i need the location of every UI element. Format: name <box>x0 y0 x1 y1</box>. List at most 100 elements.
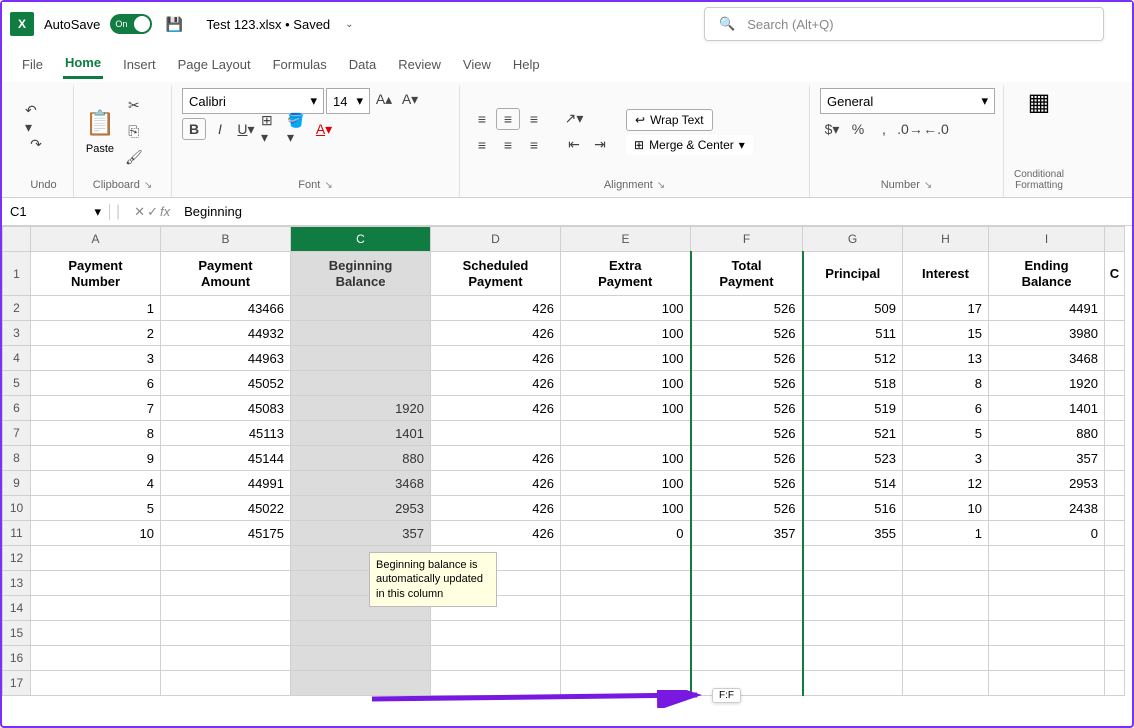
save-icon[interactable]: 💾 <box>162 13 186 35</box>
cell[interactable]: 100 <box>561 446 691 471</box>
cell[interactable] <box>1105 596 1125 621</box>
cell[interactable]: 3980 <box>989 321 1105 346</box>
cell[interactable] <box>803 646 903 671</box>
cell[interactable]: 2 <box>31 321 161 346</box>
cell[interactable]: 426 <box>431 371 561 396</box>
cell[interactable] <box>1105 621 1125 646</box>
cell[interactable]: 1 <box>903 521 989 546</box>
cell[interactable] <box>803 596 903 621</box>
conditional-formatting-icon[interactable]: ▦ <box>1028 88 1051 117</box>
cell[interactable] <box>1105 671 1125 696</box>
name-box[interactable]: C1▾ <box>2 204 110 220</box>
font-color-button[interactable]: A ▾ <box>312 118 336 140</box>
cell[interactable]: 44991 <box>161 471 291 496</box>
cell[interactable]: 100 <box>561 371 691 396</box>
font-name-select[interactable]: Calibri▾ <box>182 88 324 114</box>
cell[interactable]: 526 <box>691 471 803 496</box>
number-launcher-icon[interactable]: ↘ <box>924 180 932 191</box>
increase-indent-icon[interactable]: ⇥ <box>588 134 612 156</box>
cell[interactable]: 509 <box>803 296 903 321</box>
cell[interactable]: 43466 <box>161 296 291 321</box>
cell[interactable]: 426 <box>431 396 561 421</box>
cell[interactable]: 1401 <box>291 421 431 446</box>
cell[interactable] <box>691 571 803 596</box>
cell[interactable]: 3468 <box>989 346 1105 371</box>
fill-color-button[interactable]: 🪣▾ <box>286 118 310 140</box>
row-header-17[interactable]: 17 <box>3 671 31 696</box>
align-middle-icon[interactable]: ≡ <box>496 108 520 130</box>
cell[interactable] <box>803 621 903 646</box>
cell[interactable]: 880 <box>291 446 431 471</box>
row-header-15[interactable]: 15 <box>3 621 31 646</box>
row-header-4[interactable]: 4 <box>3 346 31 371</box>
cell[interactable]: 13 <box>903 346 989 371</box>
cell[interactable]: 357 <box>691 521 803 546</box>
cell[interactable] <box>561 571 691 596</box>
decrease-decimal-icon[interactable]: ←.0 <box>924 118 948 140</box>
cell[interactable] <box>431 646 561 671</box>
cell[interactable]: 12 <box>903 471 989 496</box>
cut-icon[interactable]: ✂ <box>122 95 146 117</box>
cell[interactable] <box>291 621 431 646</box>
cell[interactable]: 8 <box>31 421 161 446</box>
cell[interactable]: 45052 <box>161 371 291 396</box>
cell[interactable]: 426 <box>431 521 561 546</box>
align-center-icon[interactable]: ≡ <box>496 134 520 156</box>
col-header-G[interactable]: G <box>803 227 903 252</box>
cell[interactable] <box>31 621 161 646</box>
cell[interactable]: 526 <box>691 446 803 471</box>
cell[interactable]: 45175 <box>161 521 291 546</box>
cell[interactable] <box>161 621 291 646</box>
row-header-12[interactable]: 12 <box>3 546 31 571</box>
cell[interactable] <box>161 671 291 696</box>
cell[interactable]: 526 <box>691 371 803 396</box>
cell[interactable]: 1 <box>31 296 161 321</box>
cell[interactable] <box>903 671 989 696</box>
decrease-font-icon[interactable]: A▾ <box>398 88 422 110</box>
underline-button[interactable]: U ▾ <box>234 118 258 140</box>
align-bottom-icon[interactable]: ≡ <box>522 108 546 130</box>
row-header-14[interactable]: 14 <box>3 596 31 621</box>
redo-button[interactable]: ↷ <box>24 134 48 156</box>
cell[interactable] <box>161 596 291 621</box>
cell[interactable]: 45113 <box>161 421 291 446</box>
cell[interactable] <box>989 571 1105 596</box>
header-cell[interactable]: BeginningBalance <box>291 252 431 296</box>
cell[interactable]: 100 <box>561 496 691 521</box>
cell[interactable] <box>989 596 1105 621</box>
copy-icon[interactable]: ⎘ <box>122 121 146 143</box>
col-header-F[interactable]: F <box>691 227 803 252</box>
cell[interactable]: 526 <box>691 421 803 446</box>
col-header-I[interactable]: I <box>989 227 1105 252</box>
cell[interactable]: 355 <box>803 521 903 546</box>
cell[interactable]: 4 <box>31 471 161 496</box>
cell[interactable] <box>161 646 291 671</box>
bold-button[interactable]: B <box>182 118 206 140</box>
cell[interactable]: 514 <box>803 471 903 496</box>
undo-button[interactable]: ↶ ▾ <box>24 108 48 130</box>
cell[interactable] <box>161 571 291 596</box>
cell[interactable]: 45022 <box>161 496 291 521</box>
col-header-H[interactable]: H <box>903 227 989 252</box>
cell[interactable] <box>161 546 291 571</box>
wrap-text-button[interactable]: ↩Wrap Text <box>626 109 713 131</box>
cell[interactable]: 526 <box>691 321 803 346</box>
cell[interactable]: 5 <box>31 496 161 521</box>
cell[interactable] <box>989 546 1105 571</box>
cell[interactable]: 426 <box>431 321 561 346</box>
row-header-2[interactable]: 2 <box>3 296 31 321</box>
cell[interactable] <box>803 571 903 596</box>
cell[interactable]: 6 <box>31 371 161 396</box>
cell[interactable] <box>903 596 989 621</box>
cell[interactable] <box>803 671 903 696</box>
cell[interactable]: 45144 <box>161 446 291 471</box>
cell[interactable]: 9 <box>31 446 161 471</box>
cell[interactable]: 426 <box>431 496 561 521</box>
row-header-9[interactable]: 9 <box>3 471 31 496</box>
currency-icon[interactable]: $▾ <box>820 118 844 140</box>
cell[interactable]: 100 <box>561 346 691 371</box>
enter-formula-icon[interactable]: ✓ <box>147 204 158 220</box>
row-header-7[interactable]: 7 <box>3 421 31 446</box>
cell[interactable]: 6 <box>903 396 989 421</box>
cell[interactable]: 526 <box>691 396 803 421</box>
